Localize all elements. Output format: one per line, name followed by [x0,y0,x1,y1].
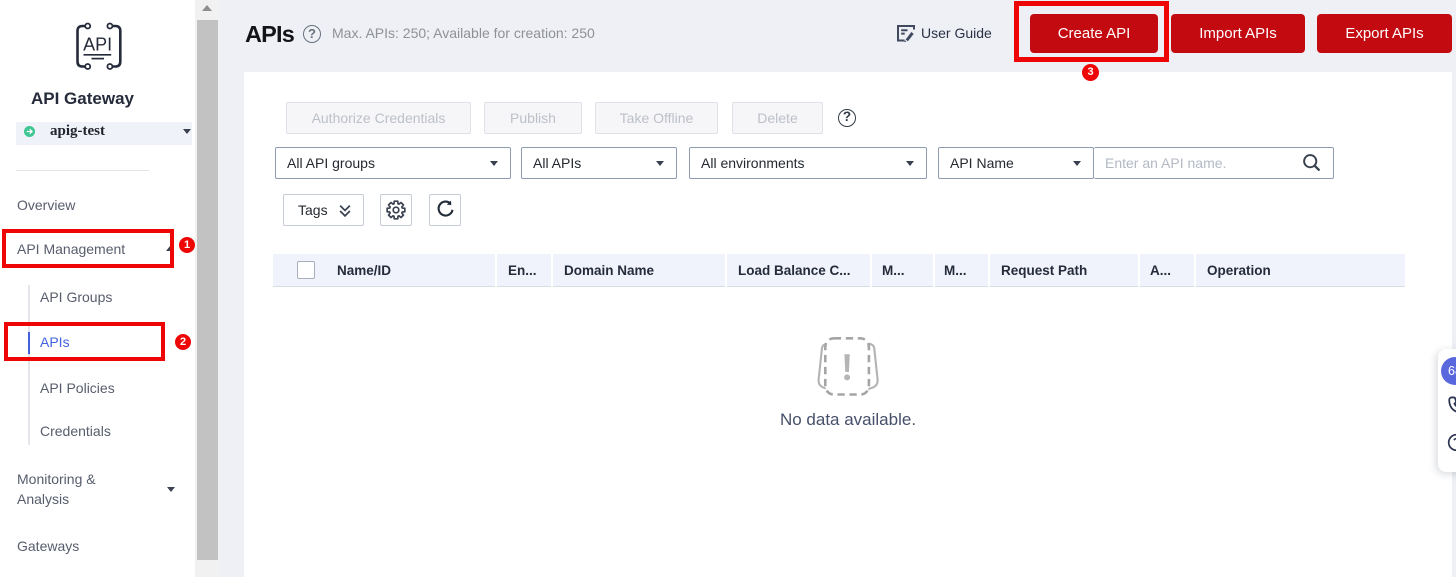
svg-text:API: API [83,35,112,55]
